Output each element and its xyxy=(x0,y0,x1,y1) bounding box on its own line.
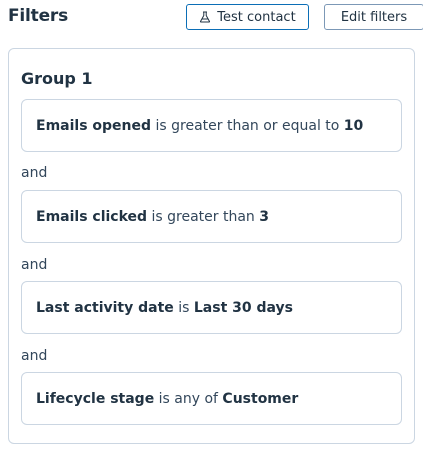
filter-row[interactable]: Emails opened is greater than or equal t… xyxy=(21,99,402,152)
filter-property: Lifecycle stage xyxy=(36,390,155,407)
test-contact-button[interactable]: Test contact xyxy=(186,4,309,30)
filter-operator: is xyxy=(178,299,190,316)
filter-value: Customer xyxy=(222,390,299,407)
filter-row[interactable]: Last activity date is Last 30 days xyxy=(21,281,402,334)
group-title: Group 1 xyxy=(21,69,93,88)
filter-row[interactable]: Lifecycle stage is any of Customer xyxy=(21,372,402,425)
filter-group: Group 1 Emails opened is greater than or… xyxy=(8,48,415,444)
filter-operator: is greater than or equal to xyxy=(155,117,340,134)
edit-filters-button[interactable]: Edit filters xyxy=(324,4,423,30)
filter-value: 10 xyxy=(343,117,364,134)
filter-operator: is any of xyxy=(158,390,218,407)
filter-value: Last 30 days xyxy=(193,299,293,316)
flask-icon xyxy=(200,11,211,23)
filter-row[interactable]: Emails clicked is greater than 3 xyxy=(21,190,402,243)
filters-header: Filters Test contact Edit filters xyxy=(8,0,423,36)
filter-operator: is greater than xyxy=(151,208,255,225)
filter-property: Emails clicked xyxy=(36,208,148,225)
filter-value: 3 xyxy=(259,208,270,225)
and-conjunction: and xyxy=(21,257,48,273)
filter-property: Last activity date xyxy=(36,299,174,316)
filters-title: Filters xyxy=(8,6,69,26)
and-conjunction: and xyxy=(21,348,48,364)
test-contact-label: Test contact xyxy=(217,9,296,25)
filter-property: Emails opened xyxy=(36,117,152,134)
and-conjunction: and xyxy=(21,165,48,181)
